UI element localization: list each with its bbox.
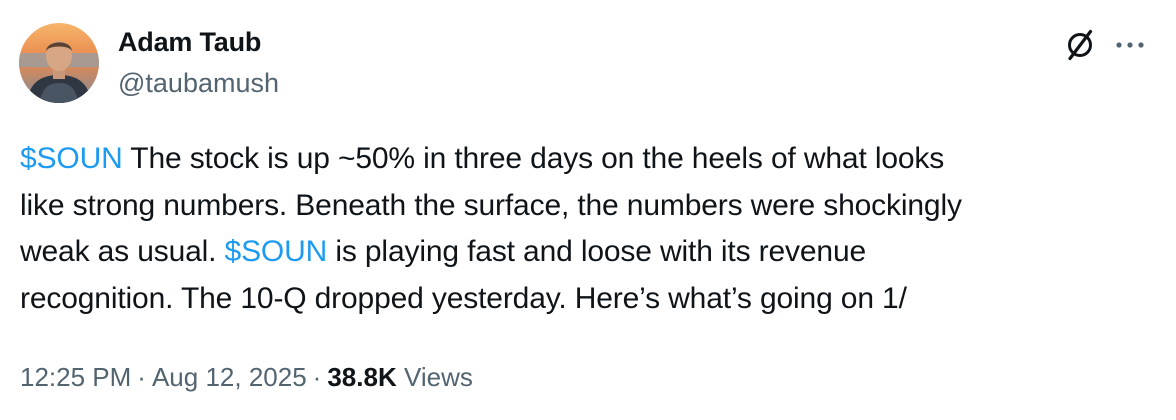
- author-display-name[interactable]: Adam Taub: [118, 27, 261, 58]
- tweet-meta: 12:25 PM · Aug 12, 2025 · 38.8K Views: [20, 362, 473, 393]
- tweet-time[interactable]: 12:25 PM: [20, 362, 131, 392]
- tweet-text-line: weak as usual. $SOUN is playing fast and…: [20, 229, 1160, 276]
- grok-icon[interactable]: [1063, 28, 1097, 62]
- separator-dot: ·: [312, 362, 322, 392]
- tweet-text: $SOUN The stock is up ~50% in three days…: [20, 136, 1160, 322]
- author-handle[interactable]: @taubamush: [118, 68, 279, 99]
- tweet-text-segment: like strong numbers. Beneath the surface…: [20, 188, 962, 222]
- tweet-text-segment: weak as usual.: [20, 235, 225, 269]
- tweet-text-line: $SOUN The stock is up ~50% in three days…: [20, 136, 1160, 183]
- cashtag-link[interactable]: $SOUN: [20, 142, 123, 175]
- author-avatar[interactable]: [19, 23, 99, 103]
- tweet-text-segment: is playing fast and loose with its reven…: [327, 235, 867, 269]
- tweet-date[interactable]: Aug 12, 2025: [152, 362, 307, 392]
- cashtag-link[interactable]: $SOUN: [225, 235, 328, 268]
- profile-photo: [19, 23, 99, 103]
- more-horizontal-icon[interactable]: [1114, 33, 1146, 57]
- separator-dot: ·: [137, 362, 146, 392]
- views-label: Views: [403, 362, 473, 392]
- tweet-text-line: recognition. The 10-Q dropped yesterday.…: [20, 276, 1160, 323]
- tweet-text-segment: recognition. The 10-Q dropped yesterday.…: [20, 281, 907, 315]
- tweet-card: Adam Taub @taubamush $SOUN The stock is …: [0, 0, 1176, 420]
- tweet-text-line: like strong numbers. Beneath the surface…: [20, 183, 1160, 230]
- tweet-text-segment: The stock is up ~50% in three days on th…: [122, 142, 945, 175]
- views-count: 38.8K: [327, 362, 397, 392]
